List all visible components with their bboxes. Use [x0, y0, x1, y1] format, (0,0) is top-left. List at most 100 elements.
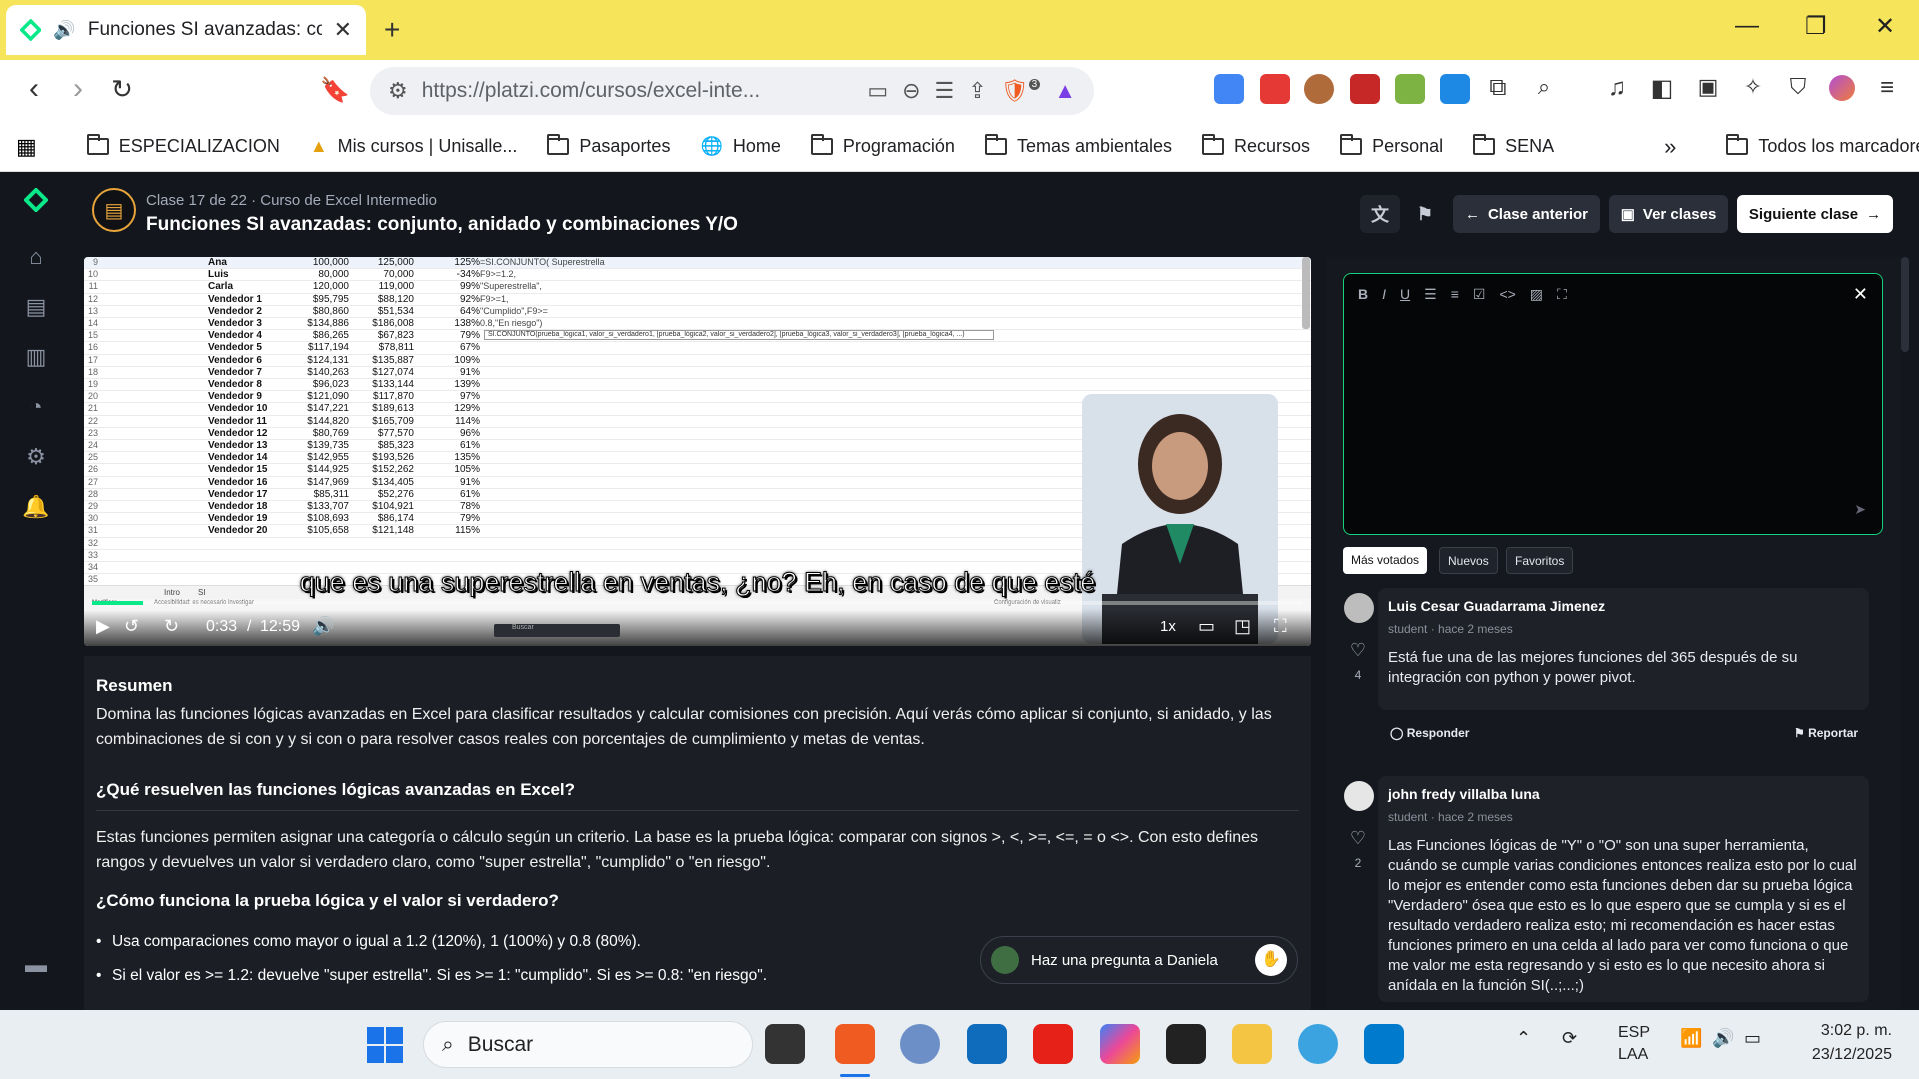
raise-hand-icon[interactable]: ✋ — [1255, 944, 1287, 976]
underline-icon[interactable]: U — [1400, 286, 1410, 303]
bookmark-sena[interactable]: SENA — [1473, 134, 1554, 157]
clock-time[interactable]: 3:02 p. m. — [1810, 1022, 1892, 1040]
code-icon[interactable]: <> — [1499, 286, 1515, 303]
cast-icon[interactable]: ▭ — [867, 78, 888, 104]
close-window-icon[interactable]: ✕ — [1875, 12, 1895, 41]
youtube-icon[interactable] — [1033, 1024, 1073, 1064]
volume-icon[interactable]: 🔊 — [1712, 1028, 1734, 1049]
screen-recorder-icon[interactable] — [1440, 74, 1470, 104]
previous-class-button[interactable]: ← Clase anterior — [1453, 195, 1600, 233]
bookmark-mis-cursos[interactable]: ▲ Mis cursos | Unisalle... — [310, 136, 518, 157]
reload-icon[interactable]: ↻ — [102, 74, 142, 105]
bookmark-temas-ambientales[interactable]: Temas ambientales — [984, 134, 1172, 157]
right-panel-scrollbar[interactable] — [1901, 257, 1909, 352]
notifications-bell-icon[interactable]: 🔔 — [22, 494, 50, 522]
find-icon[interactable]: ⌕ — [1524, 74, 1564, 100]
play-icon[interactable]: ▶ — [96, 616, 110, 637]
bookmark-icon[interactable]: 🔖 — [315, 76, 355, 105]
picture-in-picture-icon[interactable]: ◳ — [1234, 616, 1251, 637]
reply-button[interactable]: ◯ Responder — [1390, 726, 1469, 740]
forward-15-icon[interactable]: ↻ — [164, 616, 179, 637]
wifi-icon[interactable]: 📶 — [1680, 1028, 1702, 1049]
courses-stack-icon[interactable]: ▥ — [22, 344, 50, 372]
language-code[interactable]: ESP — [1618, 1024, 1650, 1042]
pdf-extension-icon[interactable] — [1350, 74, 1380, 104]
share-icon[interactable]: ⇪ — [968, 78, 986, 104]
media-icon[interactable]: ♫ — [1597, 74, 1637, 102]
brave-browser-icon[interactable] — [835, 1024, 875, 1064]
bold-icon[interactable]: B — [1358, 286, 1368, 303]
r-app-icon[interactable] — [900, 1024, 940, 1064]
bookmark-pasaportes[interactable]: Pasaportes — [547, 134, 670, 157]
notes-editor[interactable]: B I U ☰ ≡ ☑ <> ▨ ⛶ ✕ ➤ — [1343, 273, 1883, 535]
taskbar-search[interactable]: ⌕ Buscar — [423, 1021, 753, 1068]
bookmark-recursos[interactable]: Recursos — [1202, 134, 1310, 157]
extension-red-icon[interactable] — [1260, 74, 1290, 104]
close-notes-icon[interactable]: ✕ — [1853, 284, 1868, 305]
forward-icon[interactable]: › — [58, 72, 98, 106]
site-settings-icon[interactable]: ⚙ — [388, 78, 408, 104]
restore-icon[interactable]: ❐ — [1805, 12, 1827, 41]
profile-avatar[interactable] — [1829, 75, 1855, 101]
back-icon[interactable]: ‹ — [14, 72, 54, 106]
sidebar-icon[interactable]: ◧ — [1642, 74, 1682, 103]
more-bookmarks-icon[interactable]: » — [1664, 134, 1676, 160]
speaker-icon[interactable]: 🔊 — [53, 20, 75, 41]
extensions-puzzle-icon[interactable]: ⧉ — [1478, 74, 1518, 102]
bullet-list-icon[interactable]: ☰ — [1424, 286, 1437, 303]
platzi-logo-icon[interactable] — [24, 188, 48, 212]
next-class-button[interactable]: Siguiente clase → — [1737, 195, 1893, 233]
rewind-15-icon[interactable]: ↺ — [124, 616, 139, 637]
ask-daniela-button[interactable]: Haz una pregunta a Daniela ✋ — [980, 936, 1298, 984]
clock-date[interactable]: 23/12/2025 — [1800, 1046, 1892, 1064]
bookmark-home[interactable]: 🌐 Home — [700, 136, 780, 157]
zoom-icon[interactable]: ⊖ — [902, 78, 920, 104]
sticky-notes-icon[interactable] — [1166, 1024, 1206, 1064]
battery-icon[interactable]: ▭ — [1744, 1028, 1761, 1049]
avatar[interactable] — [1344, 781, 1374, 811]
comment-author[interactable]: Luis Cesar Guadarrama Jimenez — [1388, 598, 1859, 614]
playback-speed[interactable]: 1x — [1160, 618, 1176, 635]
translate-extension-icon[interactable] — [1214, 74, 1244, 104]
comment-author[interactable]: john fredy villalba luna — [1388, 786, 1859, 802]
tray-chevron-icon[interactable]: ⌃ — [1516, 1028, 1531, 1049]
avatar[interactable] — [1344, 593, 1374, 623]
video-player[interactable]: 9 Ana 100,000 125,000 125% =SI.CONJUNTO( Supe… — [84, 257, 1311, 646]
leo-ai-icon[interactable]: ✧ — [1733, 74, 1773, 100]
like-icon[interactable]: ♡ — [1346, 828, 1370, 849]
filter-most-voted[interactable]: Más votados — [1343, 547, 1428, 574]
bookmark-personal[interactable]: Personal — [1340, 134, 1443, 157]
brave-rewards-icon[interactable]: ▲ — [1054, 78, 1076, 104]
keyboard-layout[interactable]: LAA — [1618, 1046, 1648, 1064]
bookmark-especializacion[interactable]: ESPECIALIZACION — [86, 134, 280, 157]
filter-new[interactable]: Nuevos — [1439, 547, 1498, 574]
globe-app-icon[interactable] — [1298, 1024, 1338, 1064]
filter-favorites[interactable]: Favoritos — [1506, 547, 1574, 574]
new-tab-button[interactable]: + — [384, 14, 400, 46]
copilot-icon[interactable] — [1100, 1024, 1140, 1064]
course-badge-icon[interactable]: ▤ — [92, 188, 136, 232]
extension-bug-icon[interactable] — [1304, 74, 1334, 104]
captions-icon[interactable]: ▭ — [1198, 616, 1215, 637]
windows-start-icon[interactable] — [367, 1027, 403, 1063]
send-icon[interactable]: ➤ — [1854, 501, 1866, 518]
view-classes-button[interactable]: ▣ Ver clases — [1609, 195, 1728, 233]
browser-tab[interactable]: 🔊 Funciones SI avanzadas: conju ✕ — [6, 5, 366, 55]
fullscreen-icon[interactable]: ⛶ — [1274, 616, 1287, 637]
report-button[interactable]: ⚑ Reportar — [1794, 726, 1858, 740]
extension-green-icon[interactable] — [1395, 74, 1425, 104]
image-icon[interactable]: ▨ — [1530, 286, 1543, 303]
vscode-icon[interactable] — [1364, 1024, 1404, 1064]
minimize-icon[interactable]: — — [1735, 12, 1759, 40]
close-tab-icon[interactable]: ✕ — [334, 17, 352, 43]
volume-icon[interactable]: 🔊 — [312, 616, 334, 637]
bookmark-programacion[interactable]: Programación — [810, 134, 955, 157]
apps-grid-icon[interactable]: ▦ — [16, 134, 37, 160]
translate-icon[interactable]: 文 — [1360, 195, 1400, 233]
vpn-icon[interactable]: ⛉ — [1778, 74, 1818, 100]
flag-icon[interactable]: ⚑ — [1405, 195, 1445, 233]
outlook-icon[interactable] — [967, 1024, 1007, 1064]
numbered-list-icon[interactable]: ≡ — [1451, 286, 1459, 303]
reader-icon[interactable]: ☰ — [935, 78, 955, 104]
video-progress-bar[interactable] — [92, 601, 1303, 605]
